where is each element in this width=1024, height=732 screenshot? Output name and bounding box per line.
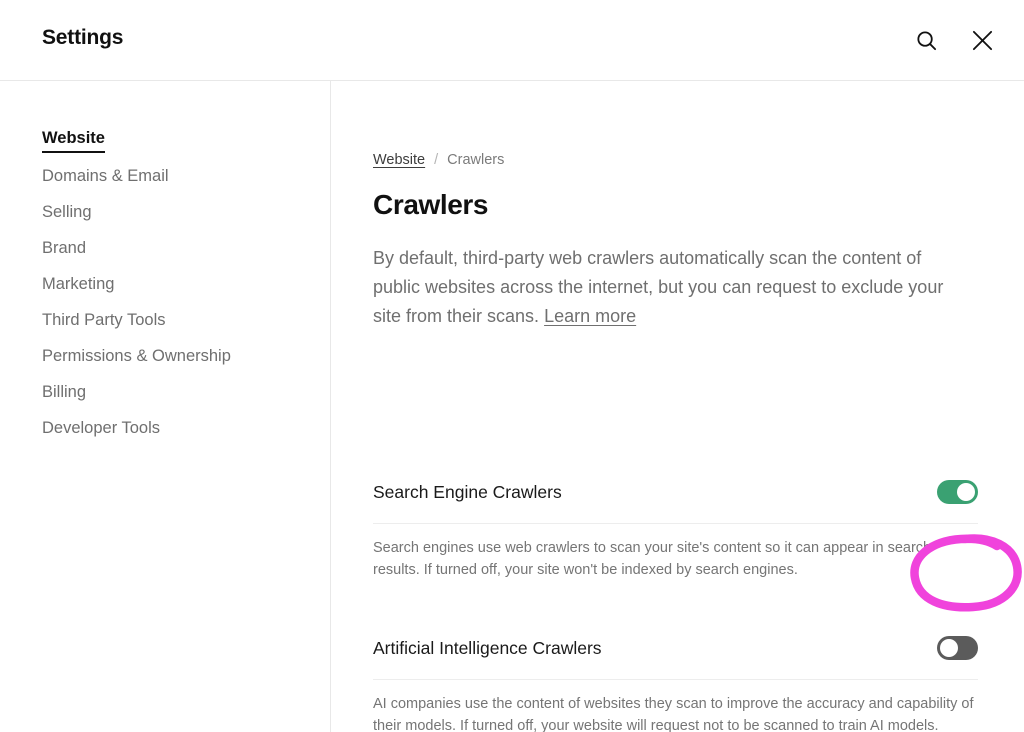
header-actions: [910, 24, 998, 56]
sidebar-item-website[interactable]: Website: [42, 128, 105, 153]
modal-header: Settings: [0, 0, 1024, 81]
sidebar-item-selling[interactable]: Selling: [42, 202, 92, 222]
breadcrumb: Website / Crawlers: [373, 152, 978, 168]
setting-artificial-intelligence-crawlers: Artificial Intelligence Crawlers AI comp…: [373, 636, 978, 732]
page-heading-crawlers: Crawlers: [373, 189, 489, 220]
sidebar-item-permissions-ownership[interactable]: Permissions & Ownership: [42, 346, 231, 366]
artificial-intelligence-crawlers-toggle[interactable]: [937, 636, 978, 660]
search-icon[interactable]: [910, 24, 942, 56]
page-title-settings: Settings: [42, 26, 124, 49]
setting-description-search-engine-crawlers: Search engines use web crawlers to scan …: [373, 540, 932, 578]
sidebar-item-developer-tools[interactable]: Developer Tools: [42, 418, 160, 438]
setting-row: Artificial Intelligence Crawlers: [373, 636, 978, 680]
setting-search-engine-crawlers: Search Engine Crawlers Search engines us…: [373, 480, 978, 581]
setting-label-search-engine-crawlers: Search Engine Crawlers: [373, 482, 562, 502]
setting-row: Search Engine Crawlers: [373, 480, 978, 524]
toggle-knob: [940, 639, 958, 657]
settings-sidebar: Website Domains & Email Selling Brand Ma…: [0, 81, 331, 732]
sidebar-nav: Website Domains & Email Selling Brand Ma…: [42, 128, 312, 454]
learn-more-link[interactable]: Learn more: [544, 306, 636, 326]
crawlers-description: By default, third-party web crawlers aut…: [373, 244, 953, 331]
setting-label-artificial-intelligence-crawlers: Artificial Intelligence Crawlers: [373, 638, 602, 658]
search-engine-crawlers-toggle[interactable]: [937, 480, 978, 504]
breadcrumb-link-website[interactable]: Website: [373, 152, 425, 168]
settings-modal: Settings Website Domains & Email Selling…: [0, 0, 1024, 732]
breadcrumb-separator: /: [434, 152, 439, 168]
sidebar-item-third-party-tools[interactable]: Third Party Tools: [42, 310, 166, 330]
sidebar-item-billing[interactable]: Billing: [42, 382, 86, 402]
toggle-knob: [957, 483, 975, 501]
settings-main-panel: Website / Crawlers Crawlers By default, …: [331, 81, 1024, 732]
crawlers-header-block: Website / Crawlers Crawlers By default, …: [373, 152, 978, 331]
close-icon[interactable]: [966, 24, 998, 56]
sidebar-item-brand[interactable]: Brand: [42, 238, 86, 258]
crawlers-description-text: By default, third-party web crawlers aut…: [373, 247, 944, 326]
breadcrumb-current-crawlers: Crawlers: [447, 152, 505, 168]
sidebar-item-domains-email[interactable]: Domains & Email: [42, 166, 169, 186]
sidebar-item-marketing[interactable]: Marketing: [42, 274, 114, 294]
setting-description-artificial-intelligence-crawlers: AI companies use the content of websites…: [373, 696, 974, 732]
